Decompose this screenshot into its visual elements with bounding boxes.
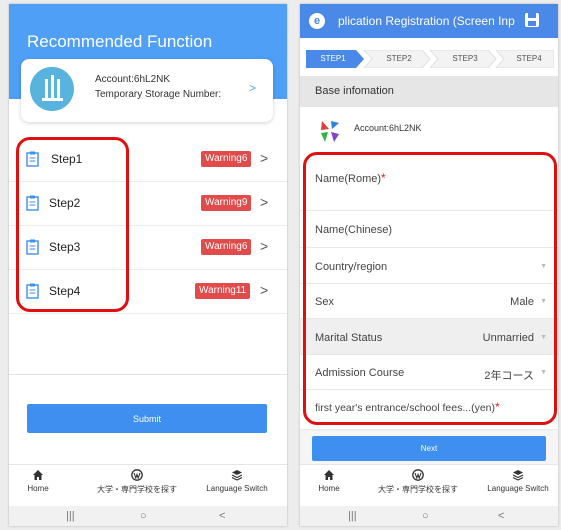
tab-label: Home — [318, 484, 340, 493]
step-label: Step1 — [51, 152, 83, 166]
field-label: Name(Rome)* — [315, 171, 386, 185]
submit-button[interactable]: Submit — [27, 404, 267, 433]
field-label: Admission Course — [315, 367, 405, 379]
field-marital-status[interactable]: Marital Status Unmarried ▼ — [300, 319, 558, 355]
clipboard-icon — [26, 195, 39, 211]
field-label: Marital Status — [315, 332, 383, 344]
account-card[interactable]: Account:6hL2NK Temporary Storage Number:… — [21, 59, 273, 122]
step-row-1[interactable]: Step1 Warning6 > — [9, 138, 287, 182]
field-value: Unmarried — [482, 332, 534, 344]
field-sex[interactable]: Sex Male ▼ — [300, 284, 558, 319]
tab-label: Language Switch — [487, 484, 549, 493]
field-country-region[interactable]: Country/region ▼ — [300, 248, 558, 284]
bottom-tab-bar: Home 大学・専門学校を探す Language Switch — [9, 464, 287, 506]
chevron-right-icon: > — [260, 282, 269, 298]
wordpress-icon — [412, 469, 424, 481]
app-logo-icon: e — [309, 13, 325, 29]
tab-label: Language Switch — [206, 484, 268, 493]
layers-icon — [231, 470, 243, 481]
header-bar: e plication Registration (Screen Inp — [300, 4, 558, 38]
field-label: first year's entrance/school fees...(yen… — [315, 400, 500, 414]
account-row: Account:6hL2NK — [300, 107, 558, 157]
tab-home[interactable]: Home — [314, 469, 344, 493]
divider — [9, 374, 287, 375]
step-label: Step3 — [49, 240, 81, 254]
field-label: Country/region — [315, 261, 388, 273]
system-navigation-bar: ||| ○ < — [9, 506, 287, 526]
account-name: Account:6hL2NK — [95, 74, 171, 85]
chevron-right-icon: > — [260, 194, 269, 210]
tab-label: 大学・専門学校を探す — [378, 485, 458, 494]
step-tab-3[interactable]: STEP3 — [438, 50, 492, 68]
chevron-right-icon: > — [260, 238, 269, 254]
field-value: 2年コース — [484, 370, 534, 382]
back-button[interactable]: < — [498, 510, 504, 522]
tab-home[interactable]: Home — [23, 469, 53, 493]
field-label: Sex — [315, 296, 334, 308]
home-nav-button[interactable]: ○ — [140, 510, 147, 522]
chevron-right-icon: > — [260, 150, 269, 166]
field-admission-course[interactable]: Admission Course 2年コース ▼ — [300, 355, 558, 390]
home-icon — [33, 470, 43, 480]
dropdown-caret-icon: ▼ — [540, 298, 547, 305]
warning-badge: Warning9 — [201, 195, 252, 211]
layers-icon — [512, 470, 524, 481]
tab-language-switch[interactable]: Language Switch — [199, 469, 275, 493]
bottom-tab-bar: Home 大学・専門学校を探す Language Switch — [300, 464, 558, 506]
field-label: Name(Chinese) — [315, 224, 393, 236]
temporary-storage-number: Temporary Storage Number: — [95, 89, 222, 100]
clipboard-icon — [26, 283, 39, 299]
school-logo-icon — [321, 121, 339, 142]
save-icon[interactable] — [524, 12, 540, 28]
base-information-section: Base infomation Account:6hL2NK Name(Rome… — [300, 76, 558, 488]
home-icon — [324, 470, 334, 480]
section-title: Base infomation — [300, 76, 558, 107]
page-title: plication Registration (Screen Inp — [338, 14, 515, 28]
step-tab-4[interactable]: STEP4 — [502, 50, 556, 68]
tab-language-switch[interactable]: Language Switch — [480, 469, 556, 493]
warning-badge: Warning6 — [201, 151, 252, 167]
chevron-right-icon[interactable]: > — [249, 81, 256, 95]
back-button[interactable]: < — [219, 510, 225, 522]
step-tab-1[interactable]: STEP1 — [310, 50, 356, 68]
page-title: Recommended Function — [27, 32, 213, 51]
dropdown-caret-icon: ▼ — [540, 334, 547, 341]
required-asterisk-icon: * — [495, 400, 500, 414]
home-nav-button[interactable]: ○ — [422, 510, 429, 522]
tab-search-schools[interactable]: 大学・専門学校を探す — [89, 469, 185, 495]
step-row-3[interactable]: Step3 Warning6 > — [9, 226, 287, 270]
step-label: Step4 — [49, 284, 81, 298]
step-label: Step2 — [49, 196, 81, 210]
tab-search-schools[interactable]: 大学・専門学校を探す — [370, 469, 466, 495]
school-logo-icon — [30, 67, 74, 111]
system-navigation-bar: ||| ○ < — [300, 506, 558, 526]
recents-button[interactable]: ||| — [66, 510, 75, 522]
step-progress: STEP1 STEP2 STEP3 STEP4 — [300, 38, 558, 76]
field-value: Male — [510, 296, 534, 308]
next-button[interactable]: Next — [312, 436, 546, 461]
step-row-2[interactable]: Step2 Warning9 > — [9, 182, 287, 226]
tab-label: 大学・専門学校を探す — [97, 485, 177, 494]
field-name-chinese[interactable]: Name(Chinese) — [300, 211, 558, 248]
step-row-4[interactable]: Step4 Warning11 > — [9, 270, 287, 314]
recommended-function-screen: Recommended Function Account:6hL2NK Temp… — [9, 4, 287, 526]
dropdown-caret-icon: ▼ — [540, 369, 547, 376]
warning-badge: Warning6 — [201, 239, 252, 255]
account-info: Account:6hL2NK Temporary Storage Number: — [95, 72, 221, 102]
step-tab-2[interactable]: STEP2 — [372, 50, 426, 68]
clipboard-icon — [26, 239, 39, 255]
dropdown-caret-icon: ▼ — [540, 263, 547, 270]
wordpress-icon — [131, 469, 143, 481]
field-name-rome[interactable]: Name(Rome)* — [300, 157, 558, 211]
application-registration-screen: e plication Registration (Screen Inp STE… — [300, 4, 558, 526]
required-asterisk-icon: * — [381, 171, 386, 185]
field-first-year-fees[interactable]: first year's entrance/school fees...(yen… — [300, 390, 558, 430]
recents-button[interactable]: ||| — [348, 510, 357, 522]
warning-badge: Warning11 — [195, 283, 251, 299]
tab-label: Home — [27, 484, 49, 493]
account-name: Account:6hL2NK — [354, 123, 422, 133]
clipboard-icon — [26, 151, 39, 167]
